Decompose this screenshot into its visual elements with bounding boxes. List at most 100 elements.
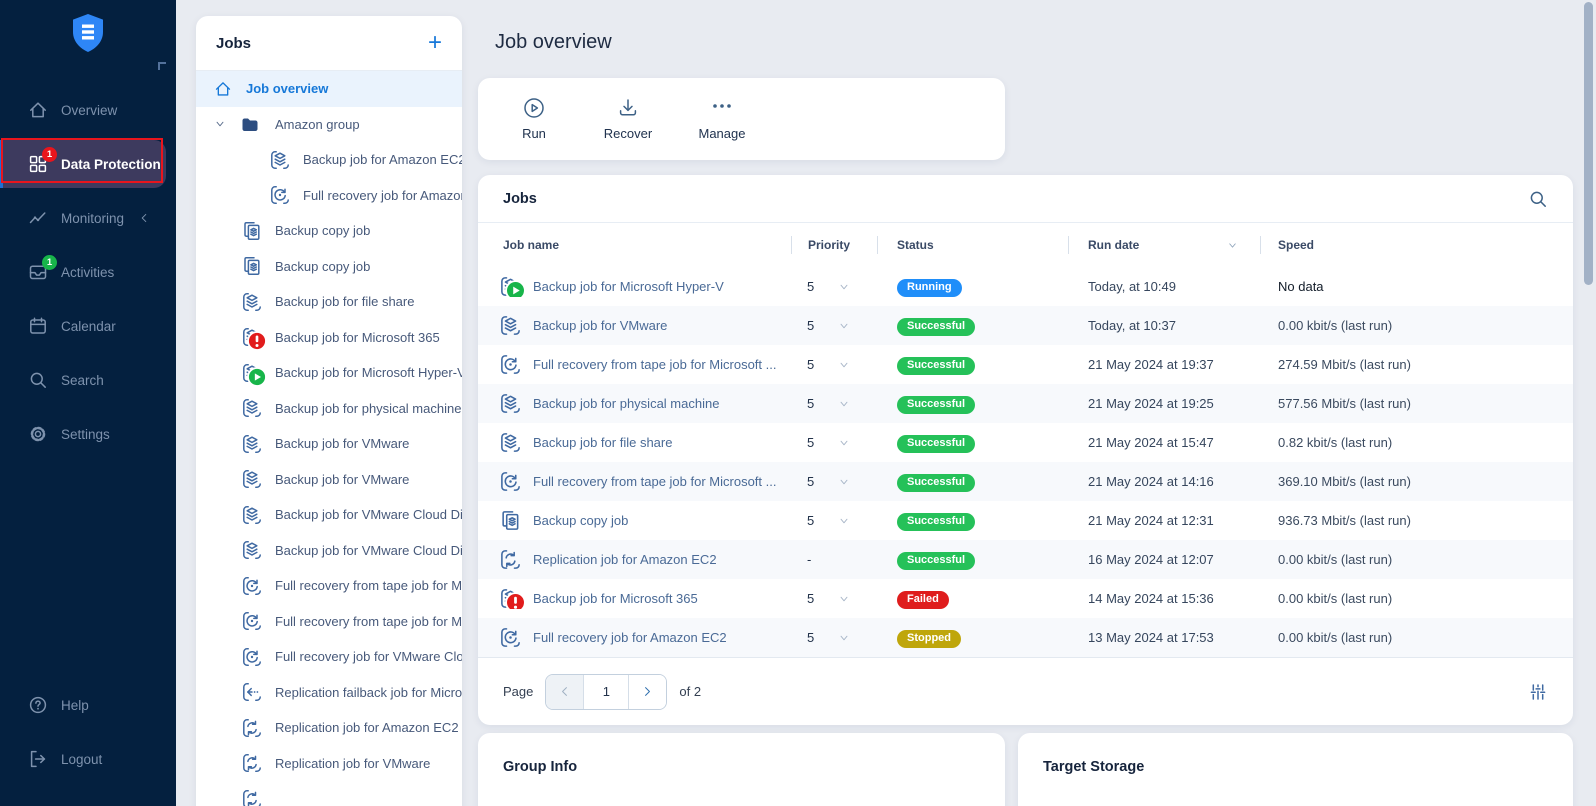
tree-item-job[interactable]: Full recovery job for Amazon E bbox=[196, 178, 462, 214]
speed-value: 0.00 kbit/s (last run) bbox=[1260, 630, 1573, 645]
tree-item-label: Backup job for Amazon EC2 bbox=[303, 152, 462, 167]
column-header-priority[interactable]: Priority bbox=[791, 223, 877, 267]
job-name-link[interactable]: Backup job for Microsoft 365 bbox=[533, 591, 698, 606]
tree-item-label: Backup job for Microsoft 365 bbox=[275, 330, 440, 345]
sidebar-item-calendar[interactable]: Calendar bbox=[0, 299, 176, 353]
sidebar-item-search[interactable]: Search bbox=[0, 353, 176, 407]
priority-dropdown-icon[interactable] bbox=[838, 320, 850, 332]
recovery-job-icon bbox=[500, 354, 521, 375]
table-row[interactable]: Backup job for Microsoft 365 5 Failed 14… bbox=[478, 579, 1573, 618]
table-row[interactable]: Full recovery job for Amazon EC2 5 Stopp… bbox=[478, 618, 1573, 657]
priority-dropdown-icon[interactable] bbox=[838, 593, 850, 605]
table-row[interactable]: Backup job for file share 5 Successful 2… bbox=[478, 423, 1573, 462]
tree-item-job[interactable]: Full recovery from tape job for Micr bbox=[196, 568, 462, 604]
column-header-job-name[interactable]: Job name bbox=[478, 223, 791, 267]
tree-item-job-partial[interactable] bbox=[196, 781, 462, 806]
priority-value: 5 bbox=[807, 591, 814, 606]
replication-job-icon bbox=[500, 549, 521, 570]
column-header-speed[interactable]: Speed bbox=[1260, 223, 1573, 267]
job-name-link[interactable]: Replication job for Amazon EC2 bbox=[533, 552, 717, 567]
priority-dropdown-icon[interactable] bbox=[838, 398, 850, 410]
group-info-panel: Group Info bbox=[478, 733, 1005, 806]
recover-button[interactable]: Recover bbox=[596, 97, 660, 141]
sidebar-item-help[interactable]: Help bbox=[0, 678, 176, 732]
tree-item-job[interactable]: Replication job for Amazon EC2 bbox=[196, 710, 462, 746]
tree-item-job[interactable]: Backup job for VMware bbox=[196, 426, 462, 462]
priority-dropdown-icon[interactable] bbox=[838, 437, 850, 449]
tree-item-job[interactable]: Backup job for file share bbox=[196, 284, 462, 320]
tree-item-job[interactable]: Replication failback job for Microsof bbox=[196, 675, 462, 711]
speed-value: 936.73 Mbit/s (last run) bbox=[1260, 513, 1573, 528]
tree-item-job[interactable]: Backup job for VMware bbox=[196, 462, 462, 498]
tree-item-job[interactable]: Backup job for VMware Cloud Direc bbox=[196, 497, 462, 533]
speed-value: 577.56 Mbit/s (last run) bbox=[1260, 396, 1573, 411]
job-name-link[interactable]: Full recovery job for Amazon EC2 bbox=[533, 630, 727, 645]
priority-dropdown-icon[interactable] bbox=[838, 476, 850, 488]
sidebar-item-label: Settings bbox=[61, 427, 110, 442]
table-row[interactable]: Full recovery from tape job for Microsof… bbox=[478, 462, 1573, 501]
table-row[interactable]: Backup job for physical machine 5 Succes… bbox=[478, 384, 1573, 423]
table-row[interactable]: Backup job for Microsoft Hyper-V 5 Runni… bbox=[478, 267, 1573, 306]
tree-item-job[interactable]: Backup job for Microsoft Hyper-V bbox=[196, 355, 462, 391]
tree-item-job[interactable]: Full recovery job for VMware Cloud bbox=[196, 639, 462, 675]
previous-page-button[interactable] bbox=[546, 675, 584, 709]
job-name-link[interactable]: Backup job for Microsoft Hyper-V bbox=[533, 279, 724, 294]
priority-dropdown-icon[interactable] bbox=[838, 359, 850, 371]
vertical-scrollbar-thumb[interactable] bbox=[1584, 2, 1593, 285]
table-row[interactable]: Full recovery from tape job for Microsof… bbox=[478, 345, 1573, 384]
priority-dropdown-icon[interactable] bbox=[838, 281, 850, 293]
monitoring-collapse-icon[interactable] bbox=[138, 212, 150, 224]
page-title: Job overview bbox=[495, 31, 612, 54]
tree-item-job[interactable]: Backup copy job bbox=[196, 249, 462, 285]
tree-item-job[interactable]: Backup job for physical machine bbox=[196, 391, 462, 427]
sidebar-item-data-protection[interactable]: 1 Data Protection bbox=[0, 140, 166, 188]
job-name-link[interactable]: Backup job for file share bbox=[533, 435, 672, 450]
job-name-link[interactable]: Full recovery from tape job for Microsof… bbox=[533, 357, 776, 372]
sidebar-item-monitoring[interactable]: Monitoring bbox=[0, 191, 176, 245]
run-button[interactable]: Run bbox=[502, 97, 566, 141]
page-count-label: of 2 bbox=[679, 684, 701, 699]
add-job-button[interactable]: + bbox=[428, 31, 442, 55]
job-name-link[interactable]: Backup job for physical machine bbox=[533, 396, 719, 411]
error-badge-icon bbox=[505, 592, 526, 609]
job-name-link[interactable]: Backup job for VMware bbox=[533, 318, 667, 333]
tree-item-job[interactable]: Backup job for Microsoft 365 bbox=[196, 320, 462, 356]
backup-job-icon bbox=[500, 315, 521, 336]
table-row[interactable]: Backup copy job 5 Successful 21 May 2024… bbox=[478, 501, 1573, 540]
tree-item-job[interactable]: Full recovery from tape job for Micr bbox=[196, 604, 462, 640]
table-settings-sliders-icon[interactable] bbox=[1528, 682, 1548, 702]
tree-item-group[interactable]: Amazon group bbox=[196, 107, 462, 143]
sidebar-item-overview[interactable]: Overview bbox=[0, 83, 176, 137]
column-header-run-date[interactable]: Run date bbox=[1068, 223, 1260, 267]
job-name-link[interactable]: Backup copy job bbox=[533, 513, 628, 528]
column-header-status[interactable]: Status bbox=[877, 223, 1068, 267]
sidebar-item-activities[interactable]: 1 Activities bbox=[0, 245, 176, 299]
priority-dropdown-icon[interactable] bbox=[838, 515, 850, 527]
priority-dropdown-icon[interactable] bbox=[838, 632, 850, 644]
tree-item-job[interactable]: Replication job for VMware bbox=[196, 746, 462, 782]
error-badge-icon bbox=[247, 331, 267, 351]
run-date-value: Today, at 10:49 bbox=[1068, 279, 1260, 294]
sidebar-corner-expand-icon[interactable] bbox=[158, 62, 166, 70]
status-badge: Successful bbox=[897, 552, 975, 570]
chevron-down-icon[interactable] bbox=[214, 118, 226, 130]
table-row[interactable]: Replication job for Amazon EC2 - Success… bbox=[478, 540, 1573, 579]
page-number-input[interactable] bbox=[584, 675, 628, 709]
sidebar-item-logout[interactable]: Logout bbox=[0, 732, 176, 786]
group-info-title: Group Info bbox=[503, 759, 577, 775]
manage-button[interactable]: Manage bbox=[690, 97, 754, 141]
job-name-link[interactable]: Full recovery from tape job for Microsof… bbox=[533, 474, 776, 489]
tree-item-label: Replication job for VMware bbox=[275, 756, 430, 771]
tree-item-job[interactable]: Backup job for VMware Cloud Direc bbox=[196, 533, 462, 569]
tree-item-job[interactable]: Backup copy job bbox=[196, 213, 462, 249]
sidebar-item-settings[interactable]: Settings bbox=[0, 407, 176, 461]
status-badge: Failed bbox=[897, 591, 949, 609]
backup-job-icon bbox=[242, 292, 262, 312]
table-row[interactable]: Backup job for VMware 5 Successful Today… bbox=[478, 306, 1573, 345]
next-page-button[interactable] bbox=[628, 675, 666, 709]
tree-item-job[interactable]: Backup job for Amazon EC2 bbox=[196, 142, 462, 178]
tree-item-job-overview[interactable]: Job overview bbox=[196, 71, 462, 107]
table-search-button[interactable] bbox=[1528, 189, 1548, 209]
table-pagination-bar: Page of 2 bbox=[478, 657, 1573, 725]
page-label: Page bbox=[503, 684, 533, 699]
